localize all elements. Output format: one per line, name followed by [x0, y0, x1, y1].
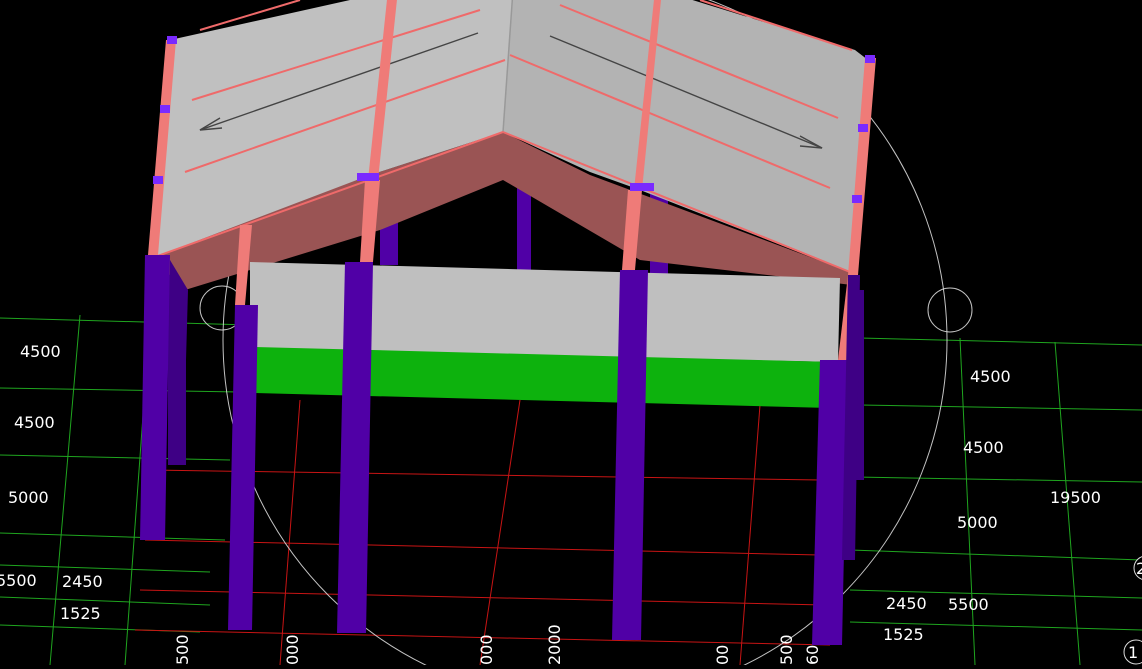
orbit-handle-right[interactable]: [927, 287, 973, 333]
wall-panel[interactable]: [250, 262, 840, 362]
dim-right-4: 2450: [886, 594, 927, 613]
dim-bottom-5: 00: [713, 645, 732, 665]
dim-right-2: 4500: [963, 438, 1004, 457]
dim-right-3: 5000: [957, 513, 998, 532]
dim-bottom-6: 500: [777, 634, 796, 665]
dim-bottom-4: 2000: [545, 624, 564, 665]
dim-left-5: 2450: [62, 572, 103, 591]
dimension-labels-bottom: 500 000 000 2000 00 500 60: [173, 624, 822, 665]
dim-bottom-2: 000: [283, 634, 302, 665]
dim-left-3: 5000: [8, 488, 49, 507]
dim-right-6: 1525: [883, 625, 924, 644]
axis-bubble-2[interactable]: 2: [1133, 556, 1142, 580]
3d-model-viewport[interactable]: 4500 4500 5000 5500 2450 1525 4500 4500 …: [0, 0, 1142, 669]
dim-right-5: 5500: [948, 595, 989, 614]
dim-bottom-3: 000: [477, 634, 496, 665]
dim-left-4: 5500: [0, 571, 37, 590]
dim-bottom-1: 500: [173, 634, 192, 665]
dim-right-1: 4500: [970, 367, 1011, 386]
structure-scene[interactable]: 4500 4500 5000 5500 2450 1525 4500 4500 …: [0, 0, 1142, 669]
dim-bottom-7: 60: [803, 645, 822, 665]
dimension-labels-left: 4500 4500 5000 5500 2450 1525: [0, 342, 103, 623]
dim-total: 19500: [1050, 488, 1101, 507]
svg-text:2: 2: [1136, 559, 1142, 578]
dim-left-2: 4500: [14, 413, 55, 432]
axis-bubble-1[interactable]: 1: [1123, 639, 1142, 665]
dim-left-6: 1525: [60, 604, 101, 623]
dim-left-1: 4500: [20, 342, 61, 361]
svg-text:1: 1: [1128, 643, 1138, 662]
